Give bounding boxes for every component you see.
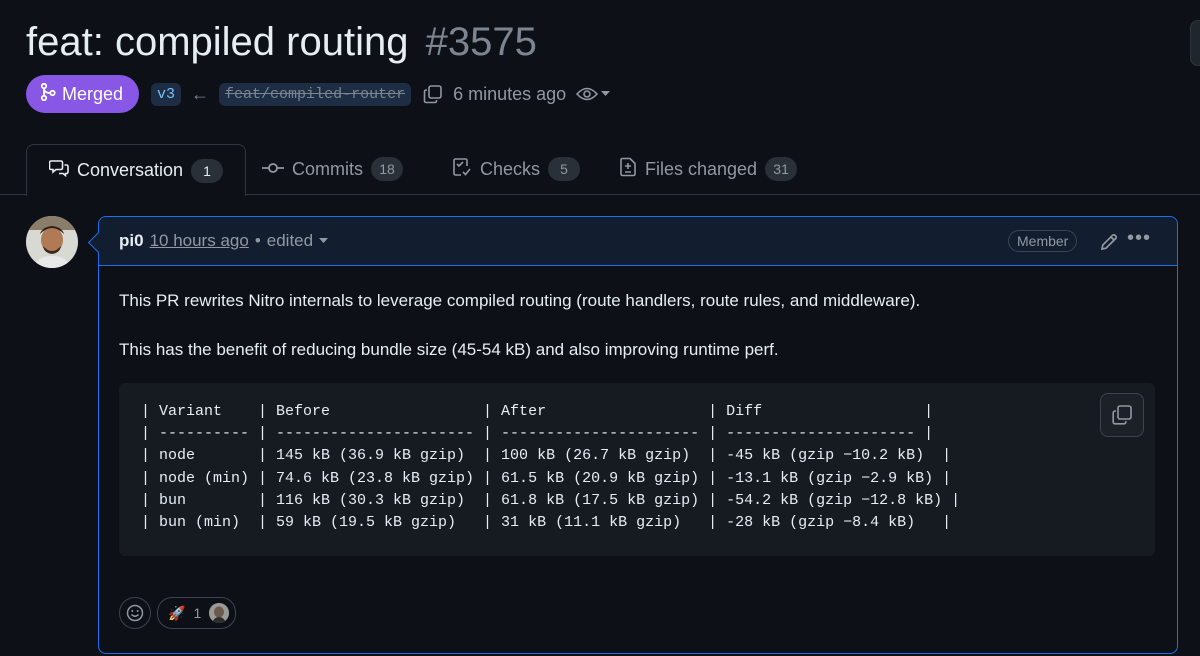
pr-title-row: feat: compiled routing #3575	[26, 16, 537, 68]
pr-meta: Merged v3 ← feat/compiled-router 6 minut…	[26, 75, 611, 113]
tab-commits[interactable]: Commits 18	[262, 144, 403, 194]
smiley-icon	[126, 604, 144, 622]
tab-label: Checks	[480, 158, 541, 179]
pr-number: #3575	[425, 20, 537, 64]
comment-paragraph: This PR rewrites Nitro internals to leve…	[119, 291, 921, 310]
tab-conversation[interactable]: Conversation 1	[26, 144, 247, 196]
comment-paragraph: This has the benefit of reducing bundle …	[119, 340, 779, 359]
checklist-icon	[452, 157, 472, 182]
tab-checks[interactable]: Checks 5	[452, 144, 581, 194]
code-content: | Variant | Before | After | Diff | | --…	[141, 403, 961, 532]
tab-label: Files changed	[645, 158, 758, 179]
copy-icon	[1112, 405, 1132, 425]
tab-label: Conversation	[77, 160, 184, 180]
tab-files-changed[interactable]: Files changed 31	[619, 144, 798, 194]
arrow-left-icon: ←	[191, 83, 210, 104]
author-avatar[interactable]	[26, 216, 78, 268]
pr-time: 6 minutes ago	[453, 83, 567, 104]
eye-icon[interactable]	[576, 86, 611, 102]
reactor-avatar	[209, 603, 230, 623]
comment-timestamp[interactable]: 10 hours ago	[150, 231, 249, 251]
tab-count: 5	[548, 157, 581, 181]
member-badge: Member	[1008, 230, 1078, 252]
reactions-bar: 🚀 1	[119, 597, 237, 629]
reaction-count: 1	[193, 605, 202, 621]
caret-down-icon	[601, 91, 611, 96]
merged-status-badge: Merged	[26, 75, 140, 113]
copy-icon[interactable]	[423, 84, 443, 104]
conversation-icon	[48, 159, 69, 182]
commit-icon	[262, 159, 284, 180]
kebab-horizontal-icon[interactable]: •••	[1127, 227, 1151, 250]
tab-count: 31	[765, 157, 798, 181]
pr-title: feat: compiled routing	[26, 20, 409, 64]
code-block: | Variant | Before | After | Diff | | --…	[119, 383, 1155, 556]
file-diff-icon	[619, 157, 637, 182]
pencil-icon[interactable]	[1099, 232, 1119, 257]
tab-label: Commits	[292, 158, 363, 179]
base-branch[interactable]: v3	[151, 82, 182, 106]
tab-count: 18	[371, 157, 403, 181]
head-branch[interactable]: feat/compiled-router	[219, 82, 412, 106]
caret-down-icon	[319, 238, 329, 243]
merge-icon	[40, 82, 56, 106]
add-reaction-button[interactable]	[119, 597, 151, 629]
pr-tabs: Conversation 1 Commits 18 Checks 5 Files…	[0, 144, 1200, 196]
separator: •	[254, 231, 261, 250]
rocket-icon: 🚀	[168, 604, 186, 621]
edited-dropdown[interactable]: edited	[266, 231, 329, 251]
comment-box: pi0 10 hours ago • edited Member ••• Thi…	[87, 216, 1178, 654]
edited-label: edited	[266, 231, 314, 250]
copy-code-button[interactable]	[1100, 393, 1144, 437]
merged-status-label: Merged	[62, 83, 124, 104]
comment-header: pi0 10 hours ago • edited Member •••	[99, 217, 1177, 266]
rocket-reaction[interactable]: 🚀 1	[157, 597, 237, 629]
comment-author[interactable]: pi0	[119, 231, 144, 251]
tab-count: 1	[191, 158, 224, 183]
code-button[interactable]	[1190, 20, 1200, 66]
